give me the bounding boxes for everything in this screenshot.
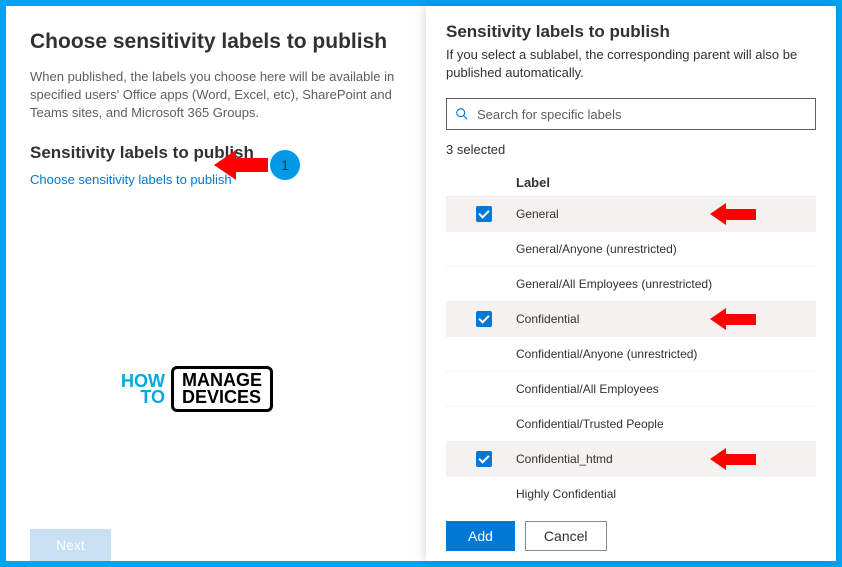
next-button[interactable]: Next bbox=[30, 529, 111, 561]
label-row[interactable]: Confidential bbox=[446, 302, 816, 337]
label-checkbox[interactable] bbox=[476, 311, 492, 327]
annotation-arrow bbox=[710, 308, 756, 330]
selected-count: 3 selected bbox=[446, 142, 816, 157]
page-description: When published, the labels you choose he… bbox=[30, 68, 406, 123]
label-checkbox[interactable] bbox=[476, 346, 492, 362]
search-input[interactable] bbox=[477, 107, 807, 122]
label-checkbox[interactable] bbox=[476, 381, 492, 397]
label-name: Confidential_htmd bbox=[516, 452, 613, 466]
label-name: Confidential bbox=[516, 312, 579, 326]
annotation-arrow bbox=[710, 203, 756, 225]
app-frame: Choose sensitivity labels to publish Whe… bbox=[6, 6, 836, 561]
watermark-logo: HOW TO MANAGE DEVICES bbox=[121, 366, 273, 412]
label-name: General/Anyone (unrestricted) bbox=[516, 242, 677, 256]
label-checkbox[interactable] bbox=[476, 276, 492, 292]
label-row[interactable]: Confidential/Trusted People bbox=[446, 407, 816, 442]
label-name: Highly Confidential bbox=[516, 487, 616, 501]
label-name: General/All Employees (unrestricted) bbox=[516, 277, 712, 291]
label-checkbox[interactable] bbox=[476, 416, 492, 432]
label-name: Confidential/Trusted People bbox=[516, 417, 664, 431]
label-row[interactable]: Confidential/Anyone (unrestricted) bbox=[446, 337, 816, 372]
label-name: General bbox=[516, 207, 559, 221]
label-checkbox[interactable] bbox=[476, 206, 492, 222]
label-checkbox[interactable] bbox=[476, 486, 492, 502]
label-row[interactable]: Confidential/All Employees bbox=[446, 372, 816, 407]
label-row[interactable]: General bbox=[446, 197, 816, 232]
flyout-buttons: Add Cancel bbox=[446, 507, 816, 551]
choose-labels-link[interactable]: Choose sensitivity labels to publish bbox=[30, 172, 232, 187]
search-icon bbox=[455, 107, 469, 121]
add-button[interactable]: Add bbox=[446, 521, 515, 551]
label-checkbox[interactable] bbox=[476, 451, 492, 467]
label-name: Confidential/All Employees bbox=[516, 382, 659, 396]
section-title: Sensitivity labels to publish bbox=[30, 143, 406, 163]
label-row[interactable]: General/Anyone (unrestricted) bbox=[446, 232, 816, 267]
page-title: Choose sensitivity labels to publish bbox=[30, 30, 406, 54]
label-row[interactable]: General/All Employees (unrestricted) bbox=[446, 267, 816, 302]
label-name: Confidential/Anyone (unrestricted) bbox=[516, 347, 697, 361]
wizard-panel: Choose sensitivity labels to publish Whe… bbox=[6, 6, 426, 561]
flyout-title: Sensitivity labels to publish bbox=[446, 22, 816, 42]
annotation-arrow bbox=[710, 448, 756, 470]
flyout-description: If you select a sublabel, the correspond… bbox=[446, 46, 816, 82]
column-header-label: Label bbox=[446, 169, 816, 197]
label-checkbox[interactable] bbox=[476, 241, 492, 257]
label-list: General General/Anyone (unrestricted) Gene… bbox=[446, 197, 816, 507]
cancel-button[interactable]: Cancel bbox=[525, 521, 607, 551]
labels-flyout-panel: Sensitivity labels to publish If you sel… bbox=[426, 6, 836, 561]
search-input-wrapper[interactable] bbox=[446, 98, 816, 130]
label-row[interactable]: Highly Confidential bbox=[446, 477, 816, 507]
label-row[interactable]: Confidential_htmd bbox=[446, 442, 816, 477]
